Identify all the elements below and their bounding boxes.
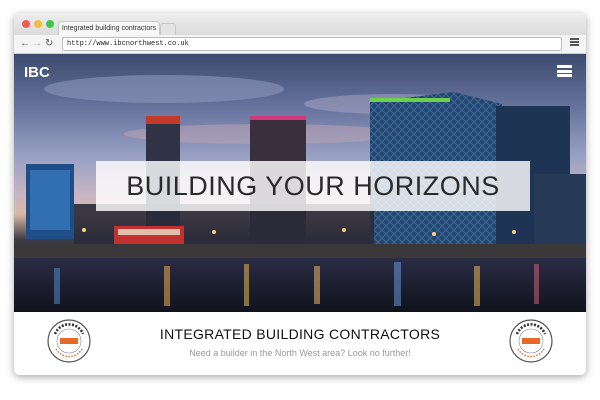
minimize-window-button[interactable] <box>34 20 42 28</box>
browser-window: Integrated building contractors ← → ↻ ht… <box>14 13 586 375</box>
browser-toolbar: ← → ↻ http://www.ibcnorthwest.co.uk <box>14 35 586 54</box>
company-badge-logo-right <box>509 319 553 363</box>
intro-section: INTEGRATED BUILDING CONTRACTORS Need a b… <box>14 312 586 375</box>
hero-section: IBC BUILDING YOUR HORIZONS <box>14 54 586 312</box>
site-logo[interactable]: IBC <box>24 64 50 81</box>
maximize-window-button[interactable] <box>46 20 54 28</box>
company-name-heading: INTEGRATED BUILDING CONTRACTORS <box>159 326 441 342</box>
forward-arrow-icon[interactable]: → <box>32 37 42 51</box>
hamburger-menu-icon[interactable] <box>557 65 572 77</box>
browser-menu-icon[interactable] <box>570 38 579 46</box>
back-arrow-icon[interactable]: ← <box>20 37 30 51</box>
close-window-button[interactable] <box>22 20 30 28</box>
address-bar[interactable]: http://www.ibcnorthwest.co.uk <box>62 37 562 51</box>
browser-tab[interactable]: Integrated building contractors <box>58 21 160 36</box>
tagline-text: Need a builder in the North West area? L… <box>189 348 411 358</box>
reload-icon[interactable]: ↻ <box>45 37 53 51</box>
hero-headline: BUILDING YOUR HORIZONS <box>126 171 500 201</box>
browser-titlebar: Integrated building contractors <box>14 13 586 36</box>
headline-banner: BUILDING YOUR HORIZONS <box>96 161 530 211</box>
